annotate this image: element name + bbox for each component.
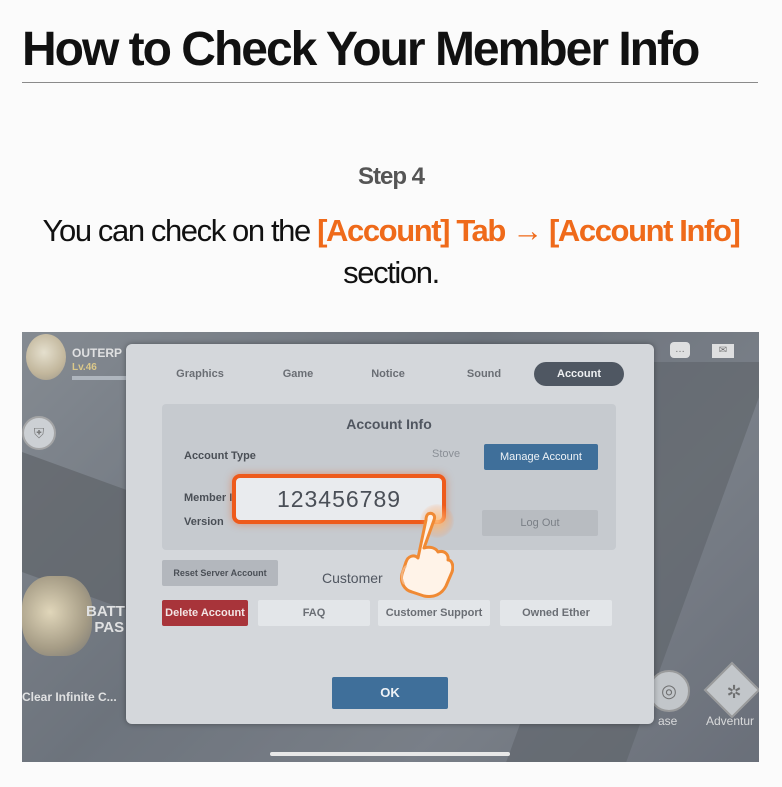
page-title: How to Check Your Member Info	[22, 23, 700, 76]
customer-support-button[interactable]: Customer Support	[378, 600, 490, 626]
step-text-after: section.	[343, 255, 440, 290]
step-description: You can check on the [Account] Tab → [Ac…	[0, 210, 782, 294]
reset-server-account-button[interactable]: Reset Server Account	[162, 560, 278, 586]
logout-button[interactable]: Log Out	[482, 510, 598, 536]
step-text-before: You can check on the	[42, 213, 318, 248]
home-indicator	[270, 752, 510, 756]
tab-account[interactable]: Account	[534, 362, 624, 386]
tab-notice[interactable]: Notice	[348, 362, 428, 386]
tab-sound[interactable]: Sound	[444, 362, 524, 386]
ok-button[interactable]: OK	[332, 677, 448, 709]
delete-account-button[interactable]: Delete Account	[162, 600, 248, 626]
manage-account-button[interactable]: Manage Account	[484, 444, 598, 470]
tab-graphics[interactable]: Graphics	[148, 362, 252, 386]
settings-modal: Graphics Game Notice Sound Account Accou…	[126, 344, 654, 724]
game-screenshot: OUTERP Lv.46 ⛨ BATT PAS Clear Infinite C…	[22, 332, 759, 762]
step-label: Step 4	[357, 163, 425, 190]
account-type-value: Stove	[432, 448, 461, 460]
faq-button[interactable]: FAQ	[258, 600, 370, 626]
owned-ether-button[interactable]: Owned Ether	[500, 600, 612, 626]
step-highlight: [Account] Tab → [Account Info]	[317, 213, 741, 248]
title-divider	[22, 82, 758, 83]
tab-game[interactable]: Game	[258, 362, 338, 386]
account-info-title: Account Info	[346, 416, 432, 432]
settings-tabs: Graphics Game Notice Sound Account	[148, 362, 628, 386]
account-type-label: Account Type	[184, 450, 256, 462]
version-label: Version	[184, 516, 224, 528]
customer-service-title: Customer	[322, 570, 383, 586]
pointing-hand-icon	[400, 511, 454, 598]
